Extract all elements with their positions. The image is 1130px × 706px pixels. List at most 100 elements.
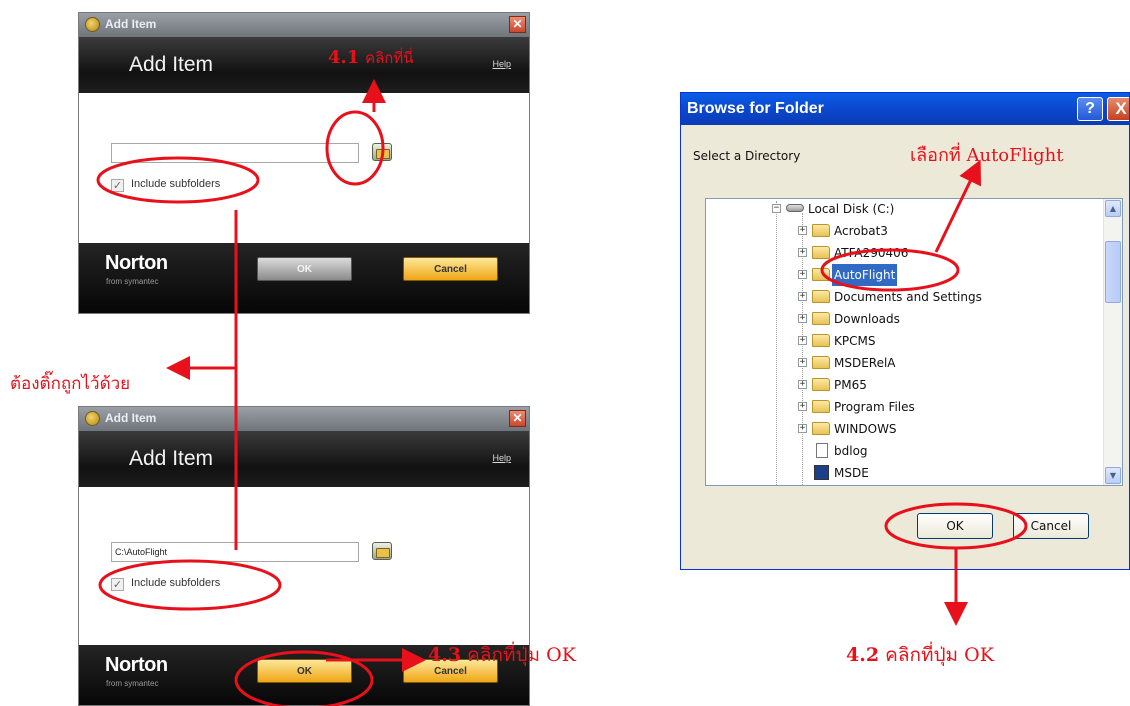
step-42-number: 4.2 — [846, 644, 880, 666]
folder-icon — [812, 356, 830, 369]
window-title: Browse for Folder — [687, 100, 824, 117]
file-icon — [816, 443, 828, 458]
header-title: Add Item — [129, 447, 214, 470]
close-icon[interactable]: ✕ — [509, 410, 526, 427]
help-link[interactable]: Help — [492, 59, 511, 69]
expand-icon[interactable]: + — [798, 424, 807, 433]
drive-icon — [786, 204, 804, 212]
tree-item-label: MSDERelA — [834, 356, 896, 370]
scroll-down-icon[interactable]: ▼ — [1105, 467, 1121, 484]
expand-icon[interactable]: + — [798, 336, 807, 345]
norton-shield-icon — [85, 411, 100, 426]
tree-item-program-files[interactable]: + Program Files — [798, 396, 1098, 418]
scroll-up-icon[interactable]: ▲ — [1105, 200, 1121, 217]
tree-item-autoflight[interactable]: + AutoFlight — [798, 264, 1098, 286]
tree-item-label: Program Files — [834, 400, 915, 414]
close-icon[interactable]: X — [1107, 97, 1129, 121]
dialog-body: C:\AutoFlight ✓ Include subfolders — [79, 487, 529, 645]
header-title: Add Item — [129, 53, 214, 76]
directory-prompt: Select a Directory — [693, 149, 801, 163]
step-42-text: คลิกที่ปุ่ม OK — [885, 644, 994, 666]
norton-logo-subtitle: from symantec — [106, 277, 159, 286]
tree-item-atfa290406[interactable]: + ATFA290406 — [798, 242, 1098, 264]
tree-item-label: Local Disk (C:) — [808, 202, 895, 216]
ok-button[interactable]: OK — [257, 659, 352, 683]
folder-path-input[interactable]: C:\AutoFlight — [111, 542, 359, 562]
folder-icon — [812, 224, 830, 237]
folder-browse-icon[interactable] — [372, 143, 392, 161]
dialog-header: Add Item Help — [79, 37, 529, 93]
cancel-button[interactable]: Cancel — [1013, 513, 1089, 539]
include-subfolders-checkbox[interactable]: ✓ — [111, 578, 124, 591]
tree-item-label: WINDOWS — [834, 422, 897, 436]
tree-item-msde[interactable]: MSDE — [798, 462, 1098, 484]
step-41-number: 4.1 — [328, 47, 360, 68]
tree-item-local-disk[interactable]: − Local Disk (C:) — [772, 199, 972, 220]
cancel-button[interactable]: Cancel — [403, 257, 498, 281]
folder-path-input[interactable] — [111, 143, 359, 163]
tree-item-documents-and-settings[interactable]: + Documents and Settings — [798, 286, 1098, 308]
step-41-note: 4.1 คลิกที่นี่ — [328, 46, 414, 70]
expand-icon[interactable]: + — [798, 402, 807, 411]
tree-item-label: Documents and Settings — [834, 290, 982, 304]
expand-icon[interactable]: + — [798, 358, 807, 367]
application-icon — [814, 465, 829, 480]
tree-item-downloads[interactable]: + Downloads — [798, 308, 1098, 330]
norton-shield-icon — [85, 17, 100, 32]
ok-button[interactable]: OK — [917, 513, 993, 539]
step-42-note: 4.2 คลิกที่ปุ่ม OK — [846, 640, 994, 670]
tree-item-label: KPCMS — [834, 334, 876, 348]
expand-icon[interactable]: + — [798, 270, 807, 279]
include-subfolders-checkbox[interactable]: ✓ — [111, 179, 124, 192]
tree-item-bdlog[interactable]: bdlog — [798, 440, 1098, 462]
expand-icon[interactable]: + — [798, 380, 807, 389]
tree-item-label: Downloads — [834, 312, 900, 326]
step-43-text: คลิกที่ปุ่ม OK — [467, 644, 576, 666]
title-bar: Add Item ✕ — [79, 13, 529, 37]
step-41-text: คลิกที่นี่ — [365, 49, 414, 67]
tree-item-label: MSDE — [834, 466, 869, 480]
tree-item-kpcms[interactable]: + KPCMS — [798, 330, 1098, 352]
folder-browse-icon[interactable] — [372, 542, 392, 560]
title-bar: Add Item ✕ — [79, 407, 529, 431]
select-autoflight-note: เลือกที่ AutoFlight — [910, 145, 1064, 166]
norton-logo: Norton — [105, 252, 168, 274]
expand-icon[interactable]: + — [798, 248, 807, 257]
window-title: Add Item — [105, 17, 157, 31]
dialog-footer: Norton from symantec OK Cancel — [79, 243, 529, 313]
step-43-number: 4.3 — [428, 644, 462, 666]
norton-logo-subtitle: from symantec — [106, 679, 159, 688]
vertical-scrollbar[interactable]: ▲ ▼ — [1103, 199, 1122, 485]
folder-icon — [812, 246, 830, 259]
dialog-body: ✓ Include subfolders — [79, 93, 529, 243]
tree-item-msderela[interactable]: + MSDERelA — [798, 352, 1098, 374]
tree-item-acrobat3[interactable]: + Acrobat3 — [798, 220, 1098, 242]
tree-item-label: ATFA290406 — [834, 246, 909, 260]
folder-icon — [812, 268, 830, 281]
expand-icon[interactable]: + — [798, 226, 807, 235]
include-subfolders-label: Include subfolders — [131, 178, 221, 190]
ok-button[interactable]: OK — [257, 257, 352, 281]
add-item-dialog-top: Add Item ✕ Add Item Help ✓ Include subfo… — [78, 12, 530, 314]
title-bar: Browse for Folder ? X — [681, 93, 1129, 125]
include-subfolders-label: Include subfolders — [131, 577, 221, 589]
tree-item-pm65[interactable]: + PM65 — [798, 374, 1098, 396]
expand-icon[interactable]: + — [798, 292, 807, 301]
help-link[interactable]: Help — [492, 453, 511, 463]
expand-icon[interactable]: + — [798, 314, 807, 323]
folder-icon — [812, 422, 830, 435]
tree-item-label: Acrobat3 — [834, 224, 888, 238]
folder-icon — [812, 312, 830, 325]
window-title: Add Item — [105, 411, 157, 425]
tree-item-windows[interactable]: + WINDOWS — [798, 418, 1098, 440]
collapse-icon[interactable]: − — [772, 204, 781, 213]
help-icon[interactable]: ? — [1077, 97, 1103, 121]
close-icon[interactable]: ✕ — [509, 16, 526, 33]
folder-icon — [812, 378, 830, 391]
folder-icon — [812, 334, 830, 347]
tree-item-label: bdlog — [834, 444, 868, 458]
step-43-note: 4.3 คลิกที่ปุ่ม OK — [428, 640, 576, 670]
folder-icon — [812, 290, 830, 303]
scroll-thumb[interactable] — [1105, 241, 1121, 303]
folder-tree[interactable]: − Local Disk (C:) + Acrobat3 + ATFA29040… — [705, 198, 1123, 486]
